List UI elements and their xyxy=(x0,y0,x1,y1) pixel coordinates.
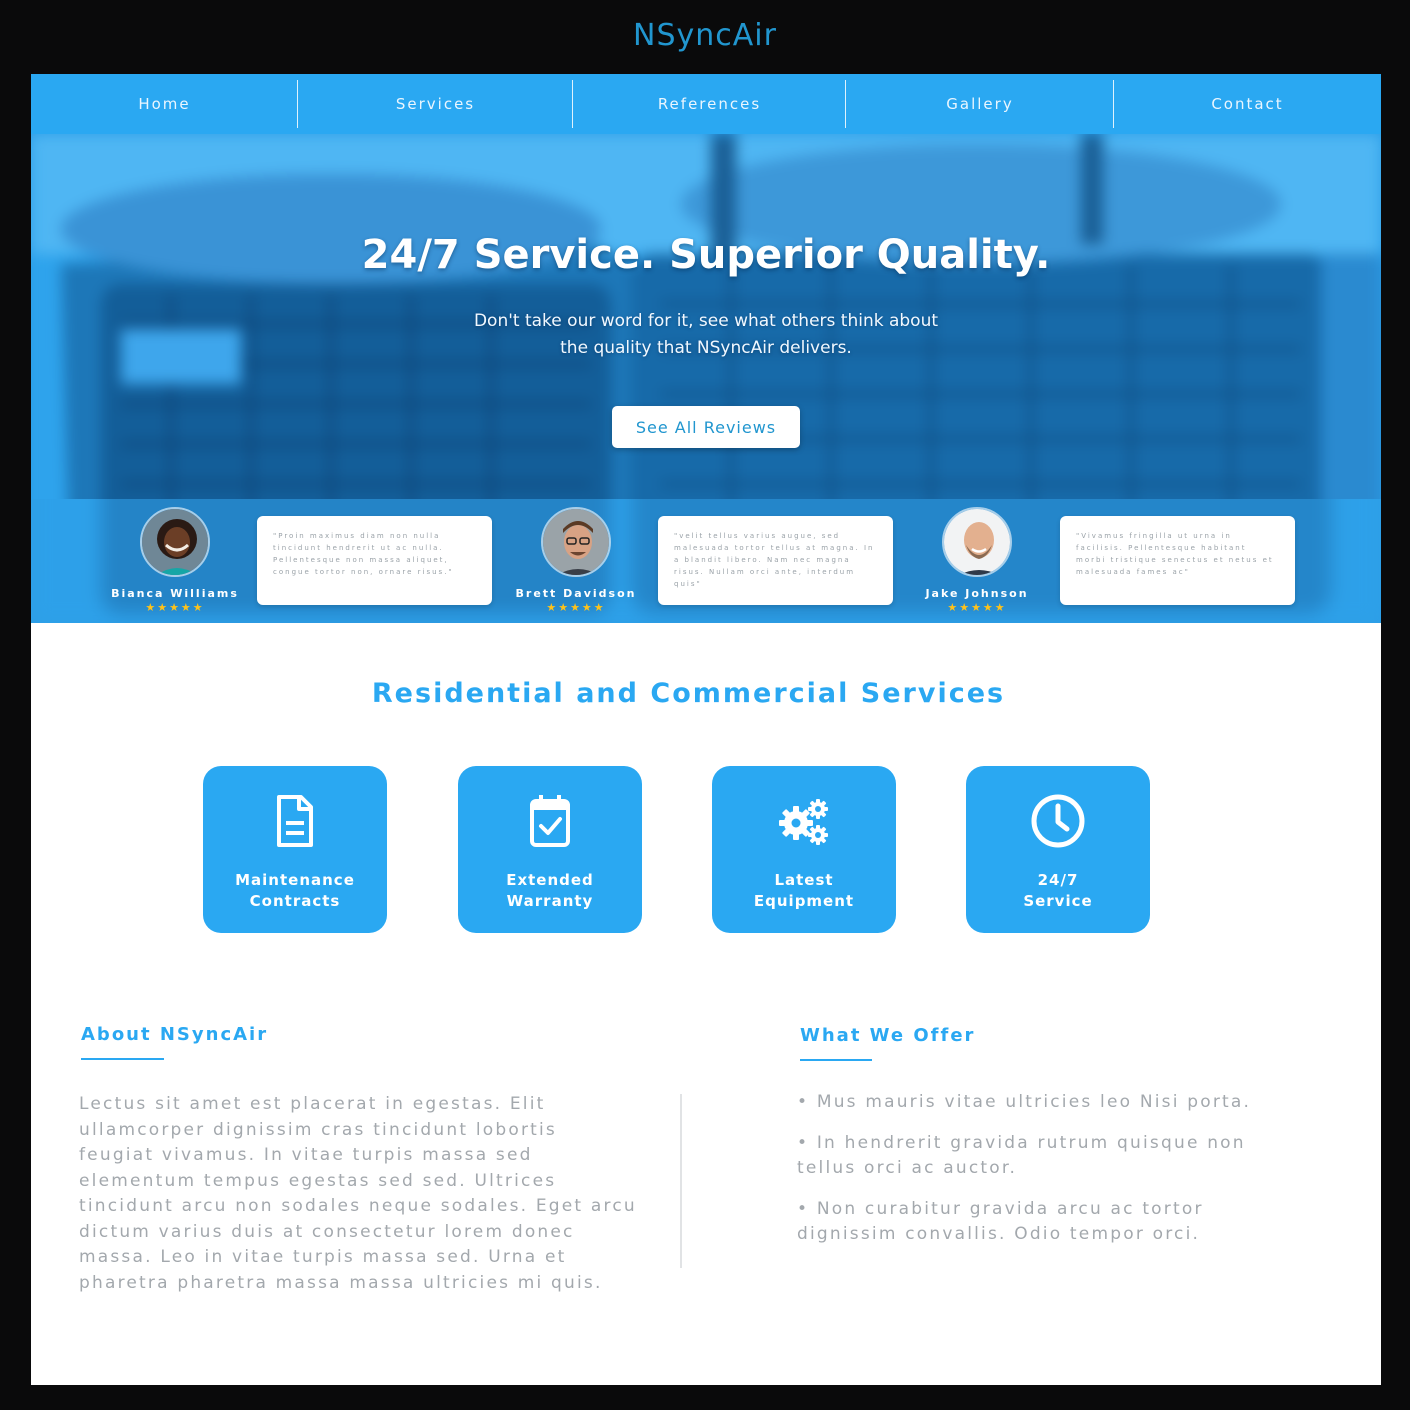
service-card-label-line: Maintenance xyxy=(235,871,355,889)
see-all-reviews-button[interactable]: See All Reviews xyxy=(612,406,800,448)
service-card-label-line: Extended xyxy=(506,871,594,889)
site-title: NSyncAir xyxy=(633,18,777,53)
review-quote-card: "Proin maximus diam non nulla tincidunt … xyxy=(257,516,492,605)
nav-item-label: Contact xyxy=(1211,95,1284,113)
reviewer-name: Jake Johnson xyxy=(925,587,1029,600)
avatar-image xyxy=(543,509,609,575)
nav-item-contact[interactable]: Contact xyxy=(1114,74,1381,134)
review-quote: "velit tellus varius augue, sed malesuad… xyxy=(674,532,875,588)
review-quote: "Proin maximus diam non nulla tincidunt … xyxy=(273,532,454,576)
nav-item-label: Services xyxy=(395,95,476,113)
star-rating: ★★★★★ xyxy=(947,601,1007,614)
service-card-label-line: Contracts xyxy=(249,892,341,910)
web-page: Home Services References Gallery Contact xyxy=(31,74,1381,1385)
service-card-extended-warranty[interactable]: Extended Warranty xyxy=(458,766,642,933)
reviewer-bianca: Bianca Williams ★★★★★ xyxy=(105,507,245,614)
avatar xyxy=(541,507,611,577)
avatar-image xyxy=(142,509,208,575)
service-card-label-line: Equipment xyxy=(753,892,855,910)
list-item: • Mus mauris vitae ultricies leo Nisi po… xyxy=(797,1092,1252,1112)
hero-title: 24/7 Service. Superior Quality. xyxy=(361,232,1051,278)
service-card-label: Extended Warranty xyxy=(458,870,642,912)
nav-item-label: Gallery xyxy=(946,95,1014,113)
clock-icon xyxy=(1031,794,1085,848)
list-item: • In hendrerit gravida rutrum quisque no… xyxy=(797,1132,1246,1179)
reviewer-name: Brett Davidson xyxy=(515,587,637,600)
column-divider xyxy=(680,1094,682,1268)
reviews-strip: Bianca Williams ★★★★★ "Proin maximus dia… xyxy=(31,499,1381,623)
service-card-label-line: 24/7 xyxy=(1037,871,1079,889)
nav-item-label: Home xyxy=(138,95,191,113)
offer-heading-underline xyxy=(800,1059,872,1061)
nav-item-label: References xyxy=(657,95,762,113)
service-card-latest-equipment[interactable]: Latest Equipment xyxy=(712,766,896,933)
main-nav: Home Services References Gallery Contact xyxy=(31,74,1381,134)
offer-heading: What We Offer xyxy=(800,1025,976,1046)
nav-item-gallery[interactable]: Gallery xyxy=(846,74,1114,134)
review-quote-card: "velit tellus varius augue, sed malesuad… xyxy=(658,516,893,605)
document-icon xyxy=(277,795,313,847)
service-card-label: Latest Equipment xyxy=(712,870,896,912)
star-rating: ★★★★★ xyxy=(145,601,205,614)
avatar xyxy=(140,507,210,577)
service-card-maintenance-contracts[interactable]: Maintenance Contracts xyxy=(203,766,387,933)
about-heading-underline xyxy=(81,1058,164,1060)
services-heading: Residential and Commercial Services xyxy=(371,678,1006,709)
avatar xyxy=(942,507,1012,577)
hero-banner: 24/7 Service. Superior Quality. Don't ta… xyxy=(31,134,1381,499)
about-heading: About NSyncAir xyxy=(81,1024,269,1045)
nav-item-services[interactable]: Services xyxy=(298,74,573,134)
review-quote-card: "Vivamus fringilla ut urna in facilisis.… xyxy=(1060,516,1295,605)
service-card-label-line: Latest xyxy=(774,871,834,889)
service-card-label-line: Service xyxy=(1023,892,1093,910)
nav-item-references[interactable]: References xyxy=(573,74,846,134)
hero-subtitle: Don't take our word for it, see what oth… xyxy=(473,311,939,358)
star-rating: ★★★★★ xyxy=(546,601,606,614)
service-card-label: 24/7 Service xyxy=(966,870,1150,912)
avatar-image xyxy=(944,509,1010,575)
reviewer-brett: Brett Davidson ★★★★★ xyxy=(506,507,646,614)
service-card-label: Maintenance Contracts xyxy=(203,870,387,912)
nav-item-home[interactable]: Home xyxy=(31,74,298,134)
gears-icon xyxy=(779,799,828,845)
service-card-24-7-service[interactable]: 24/7 Service xyxy=(966,766,1150,933)
review-quote: "Vivamus fringilla ut urna in facilisis.… xyxy=(1076,532,1274,576)
list-item: • Non curabitur gravida arcu ac tortor d… xyxy=(797,1198,1204,1245)
offer-list: • Mus mauris vitae ultricies leo Nisi po… xyxy=(797,1090,1307,1263)
service-card-label-line: Warranty xyxy=(506,892,594,910)
reviewer-name: Bianca Williams xyxy=(111,587,239,600)
about-body-text: Lectus sit amet est placerat in egestas.… xyxy=(79,1094,637,1293)
reviewer-jake: Jake Johnson ★★★★★ xyxy=(907,507,1047,614)
calendar-check-icon xyxy=(530,795,570,847)
